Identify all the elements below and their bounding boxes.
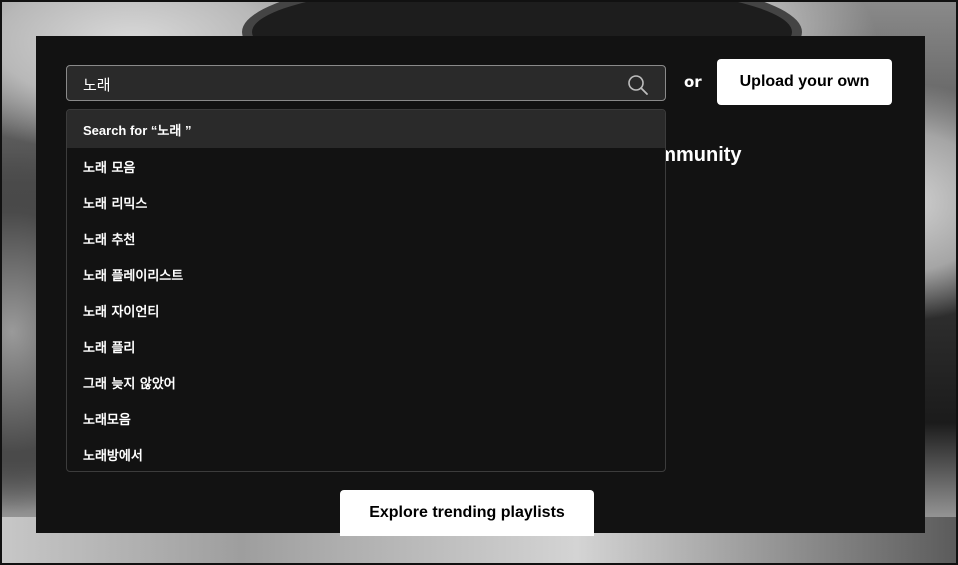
suggestion-item[interactable]: 노래방에서	[67, 436, 665, 471]
search-input[interactable]: 노래	[66, 65, 666, 101]
suggestion-item[interactable]: 노래 자이언티	[67, 292, 665, 328]
suggestion-item[interactable]: 노래 리믹스	[67, 184, 665, 220]
suggestion-list: 노래 모음 노래 리믹스 노래 추천 노래 플레이리스트 노래 자이언티 노래 플리 그래 …	[67, 148, 665, 471]
search-icon[interactable]	[627, 74, 649, 96]
explore-trending-playlists-button[interactable]: Explore trending playlists	[340, 490, 594, 536]
or-label: or	[684, 73, 702, 91]
suggestion-item[interactable]: 노래 플레이리스트	[67, 256, 665, 292]
background-image: 노래 or Upload your own ommunity Search fo…	[0, 0, 958, 565]
search-for-option[interactable]: Search for “노래 ”	[67, 110, 665, 148]
suggestion-item[interactable]: 노래 추천	[67, 220, 665, 256]
suggestion-item[interactable]: 그래 늦지 않았어	[67, 364, 665, 400]
suggestion-item[interactable]: 노래 모음	[67, 148, 665, 184]
suggestion-item[interactable]: 노래 플리	[67, 328, 665, 364]
search-suggestions-dropdown: Search for “노래 ” 노래 모음 노래 리믹스 노래 추천 노래 플레이리…	[66, 109, 666, 472]
search-input-value[interactable]: 노래	[83, 74, 111, 95]
upload-your-own-button[interactable]: Upload your own	[717, 59, 892, 105]
search-panel: 노래 or Upload your own ommunity Search fo…	[36, 36, 925, 536]
suggestion-item[interactable]: 노래모음	[67, 400, 665, 436]
